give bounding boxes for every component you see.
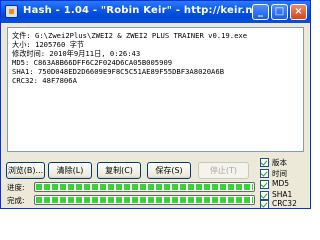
maximize-button[interactable]: □ [271, 4, 288, 20]
crc32-checkbox[interactable]: CRC32 [260, 199, 310, 208]
checkmark-icon [260, 191, 269, 200]
crc32-label: CRC32 [272, 199, 297, 208]
complete-bar-fill [36, 197, 253, 203]
copy-button[interactable]: 复制(C) [97, 162, 141, 179]
title-bar[interactable]: Hash - 1.04 - "Robin Keir" - http://keir… [1, 1, 310, 23]
progress-bar-fill [36, 184, 253, 190]
output-line-sha1: SHA1: 750D048ED2D6609E9F8C5C51AE89F55DBF… [12, 67, 225, 76]
checkmark-icon [260, 158, 269, 167]
save-button[interactable]: 保存(S) [147, 162, 191, 179]
browse-button[interactable]: 浏览(B)... [6, 162, 45, 179]
minimize-button[interactable]: _ [252, 4, 269, 20]
progress-bar [34, 182, 255, 192]
complete-label: 完成: [7, 196, 25, 205]
version-checkbox[interactable]: 版本 [260, 158, 310, 168]
hash-window: Hash - 1.04 - "Robin Keir" - http://keir… [0, 0, 311, 209]
sha1-label: SHA1 [272, 190, 293, 199]
time-label: 时间 [272, 169, 287, 178]
app-icon [5, 5, 18, 18]
window-title: Hash - 1.04 - "Robin Keir" - http://keir… [23, 5, 265, 16]
clear-button[interactable]: 清除(L) [48, 162, 92, 179]
output-line-md5: MD5: C863A8B66DFF6C2F024D6CA05B005909 [12, 58, 173, 67]
checkmark-icon [260, 200, 269, 208]
close-button[interactable]: × [290, 4, 307, 20]
md5-label: MD5 [272, 179, 290, 188]
md5-checkbox[interactable]: MD5 [260, 179, 310, 190]
version-label: 版本 [272, 158, 287, 167]
checkmark-icon [260, 180, 269, 189]
progress-label: 进度: [7, 183, 25, 192]
complete-bar [34, 195, 255, 205]
stop-button[interactable]: 停止(T) [198, 162, 249, 179]
checkmark-icon [260, 169, 269, 178]
output-line-crc32: CRC32: 48F7806A [12, 76, 77, 85]
hash-output-textarea[interactable]: 文件: G:\Zwei2Plus\ZWEI2 & ZWEI2 PLUS TRAI… [7, 27, 304, 152]
time-checkbox[interactable]: 时间 [260, 169, 310, 179]
